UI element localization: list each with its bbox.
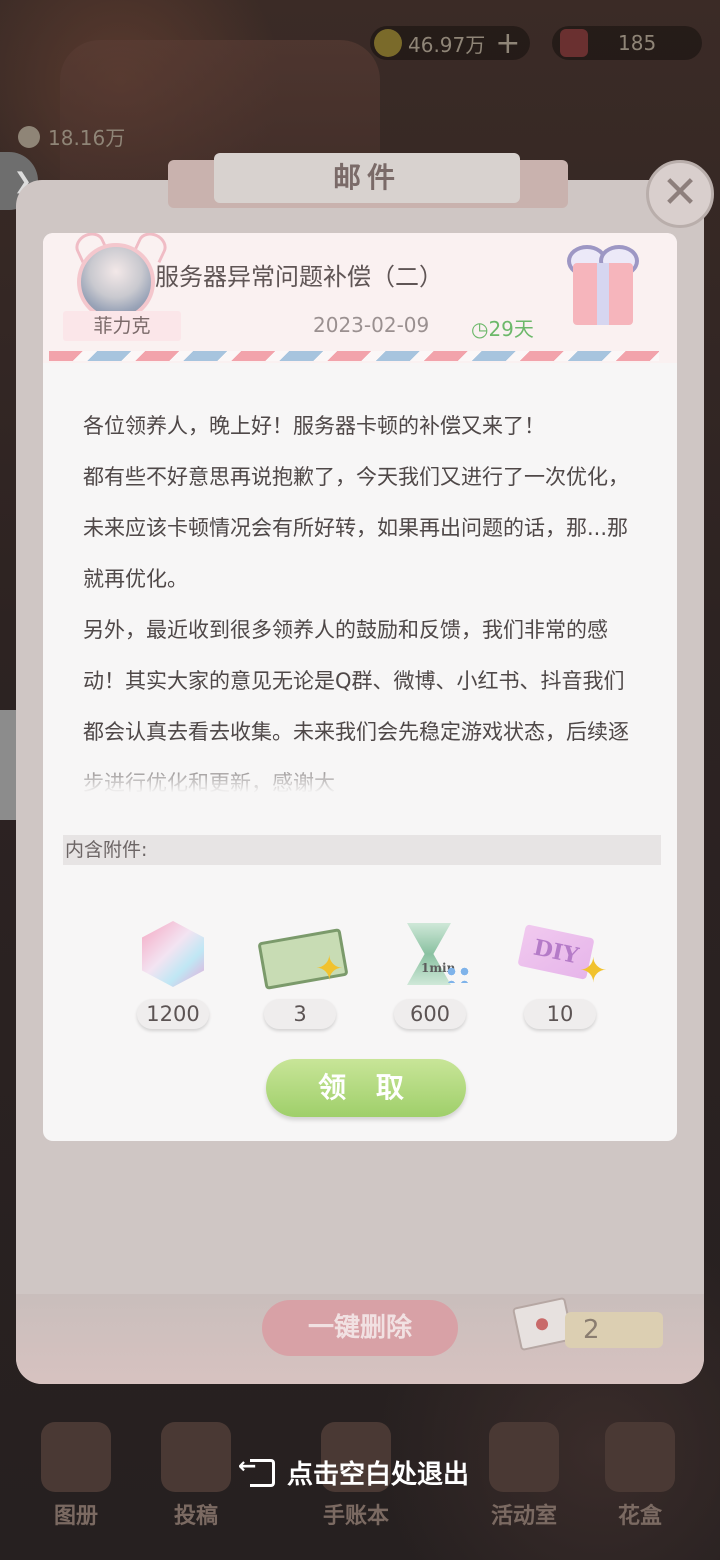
airmail-stripe [49, 351, 659, 361]
album-icon [41, 1422, 111, 1492]
attachments-label: 内含附件: [63, 835, 661, 865]
delete-all-button[interactable]: 一键删除 [262, 1300, 458, 1356]
crystal-gem-icon [128, 921, 218, 993]
body-paragraph: 各位领养人，晚上好！服务器卡顿的补偿又来了！ [83, 414, 545, 438]
exit-hint-label: 点击空白处退出 [287, 1460, 470, 1490]
mail-body: 各位领养人，晚上好！服务器卡顿的补偿又来了！ 都有些不好意思再说抱歉了，今天我们… [83, 401, 643, 809]
attachment-count: 3 [264, 999, 336, 1029]
nav-label: 花盒 [617, 1504, 662, 1529]
attachment-count: 1200 [137, 999, 209, 1029]
gift-box-icon [573, 263, 633, 325]
exit-icon [238, 1454, 275, 1487]
close-button[interactable]: ✕ [646, 160, 714, 228]
avatar [77, 243, 155, 321]
gem-value: 185 [618, 31, 657, 55]
days-left-value: 29天 [488, 317, 534, 341]
add-coin-icon[interactable]: + [495, 26, 520, 61]
gem-icon [560, 29, 588, 57]
attachment-item[interactable]: 1min 600 [375, 921, 485, 1029]
coin-icon [374, 29, 402, 57]
nav-item-submit[interactable]: 投稿 [146, 1422, 246, 1530]
expiry-days: ◷29天 [471, 313, 534, 342]
mail-subject: 服务器异常问题补偿（二） [155, 263, 443, 291]
fans-counter: 18.16万 [18, 122, 125, 151]
coin-value: 46.97万 [408, 32, 486, 57]
nav-label: 手账本 [322, 1504, 389, 1529]
film-icon [161, 1422, 231, 1492]
bear-icon [489, 1422, 559, 1492]
nav-item-activity[interactable]: 活动室 [474, 1422, 574, 1530]
nav-item-flowerbox[interactable]: 花盒 [590, 1422, 690, 1530]
exit-hint[interactable]: 点击空白处退出 [238, 1454, 470, 1491]
fans-value: 18.16万 [48, 126, 126, 150]
clock-icon: ◷ [471, 317, 489, 341]
attachment-count: 10 [524, 999, 596, 1029]
diy-card-icon: DIY ✦ [515, 921, 608, 993]
person-icon [18, 125, 40, 148]
body-paragraph: 都有些不好意思再说抱歉了，今天我们又进行了一次优化，未来应该卡顿情况会有所好转，… [83, 465, 629, 591]
letter-card: 菲力克 服务器异常问题补偿（二） 2023-02-09 ◷29天 各位领养人，晚… [43, 233, 677, 1141]
nav-label: 投稿 [173, 1504, 218, 1529]
train-ticket-icon: ✦ [255, 921, 349, 993]
scroll-fade [43, 753, 677, 803]
mail-date: 2023-02-09 [313, 313, 430, 337]
attachment-item[interactable]: 1200 [118, 921, 228, 1029]
attachment-item[interactable]: ✦ 3 [245, 921, 355, 1029]
nav-item-album[interactable]: 图册 [26, 1422, 126, 1530]
attachment-item[interactable]: DIY ✦ 10 [505, 921, 615, 1029]
sender-name: 菲力克 [63, 311, 181, 341]
gem-counter[interactable]: 185 [552, 26, 702, 60]
mail-title: 邮件 [214, 153, 520, 203]
claim-button[interactable]: 领 取 [266, 1059, 466, 1117]
nav-label: 活动室 [490, 1504, 557, 1529]
hourglass-icon: 1min [385, 921, 475, 993]
flower-icon [605, 1422, 675, 1492]
coin-counter[interactable]: 46.97万 + [370, 26, 530, 61]
mail-count: 2 [565, 1312, 663, 1348]
attachment-count: 600 [394, 999, 466, 1029]
nav-label: 图册 [53, 1504, 98, 1529]
